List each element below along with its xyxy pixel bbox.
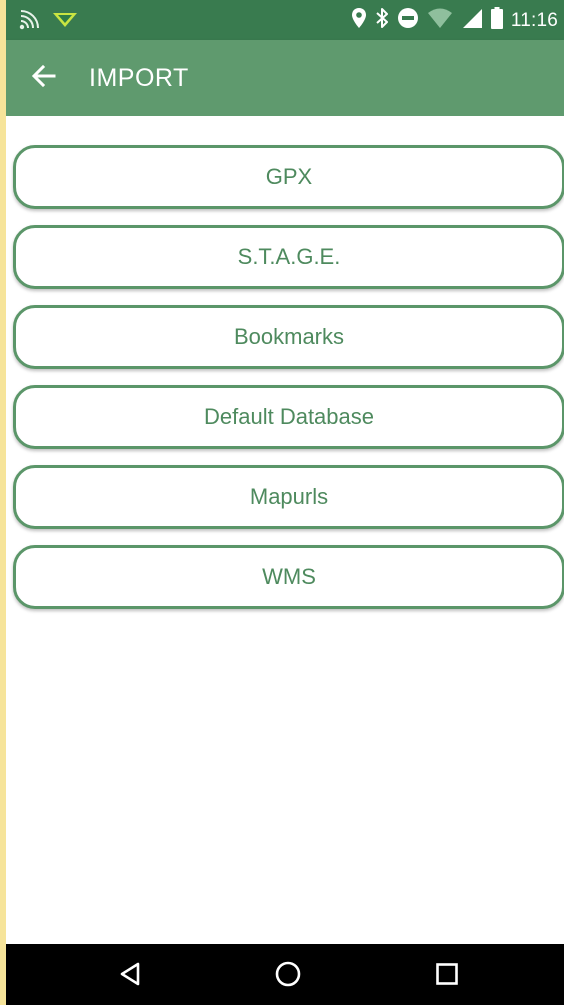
- import-default-database-button[interactable]: Default Database: [13, 385, 564, 449]
- navigation-bar: [6, 944, 564, 1005]
- nav-home-button[interactable]: [268, 956, 308, 996]
- bluetooth-icon: [375, 7, 389, 34]
- nav-back-button[interactable]: [110, 956, 150, 996]
- back-button[interactable]: [26, 60, 62, 96]
- do-not-disturb-icon: [397, 7, 419, 34]
- battery-icon: [490, 7, 503, 34]
- back-triangle-icon: [118, 961, 142, 992]
- import-options-list: GPX S.T.A.G.E. Bookmarks Default Databas…: [6, 116, 564, 944]
- arrow-left-icon: [31, 63, 57, 94]
- import-mapurls-button[interactable]: Mapurls: [13, 465, 564, 529]
- cast-wifi-icon: [18, 9, 40, 36]
- download-notification-icon: [52, 10, 78, 35]
- import-gpx-button[interactable]: GPX: [13, 145, 564, 209]
- status-bar: 11:16: [6, 0, 564, 40]
- recents-square-icon: [435, 962, 459, 991]
- wifi-icon: [427, 7, 453, 34]
- home-circle-icon: [274, 960, 302, 993]
- nav-recents-button[interactable]: [427, 956, 467, 996]
- page-title: IMPORT: [89, 64, 189, 92]
- import-stage-button[interactable]: S.T.A.G.E.: [13, 225, 564, 289]
- import-wms-button[interactable]: WMS: [13, 545, 564, 609]
- status-system-area: 11:16: [351, 7, 558, 34]
- phone-screen: 11:16 IMPORT GPX S.T.A.G.E. Bookmarks De…: [6, 0, 564, 1005]
- app-bar: IMPORT: [6, 40, 564, 116]
- import-bookmarks-button[interactable]: Bookmarks: [13, 305, 564, 369]
- signal-icon: [461, 7, 483, 34]
- status-time: 11:16: [510, 9, 558, 31]
- location-icon: [351, 7, 367, 34]
- status-notification-area: [18, 9, 78, 36]
